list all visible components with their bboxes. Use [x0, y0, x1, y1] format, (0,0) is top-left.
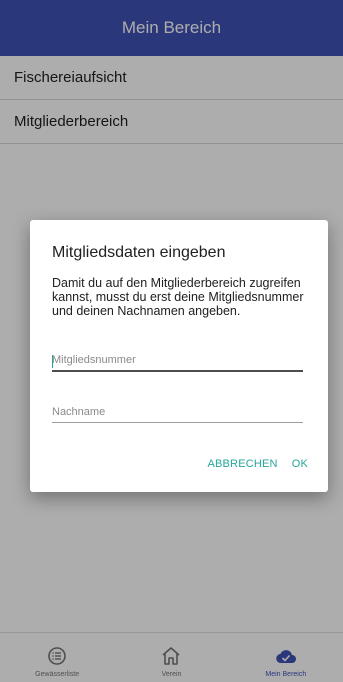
dialog-message: Damit du auf den Mitgliederbereich zugre… [52, 276, 304, 318]
cancel-button[interactable]: ABBRECHEN [207, 458, 277, 470]
dialog-title: Mitgliedsdaten eingeben [52, 244, 226, 261]
dialog-actions: ABBRECHEN OK [207, 458, 308, 470]
app-screen: Mein Bereich Fischereiaufsicht Mitgliede… [0, 0, 343, 682]
member-number-input[interactable] [52, 350, 303, 372]
member-data-dialog: Mitgliedsdaten eingeben Damit du auf den… [30, 220, 328, 492]
ok-button[interactable]: OK [292, 458, 308, 470]
last-name-input[interactable] [52, 401, 303, 423]
text-caret [52, 355, 53, 368]
